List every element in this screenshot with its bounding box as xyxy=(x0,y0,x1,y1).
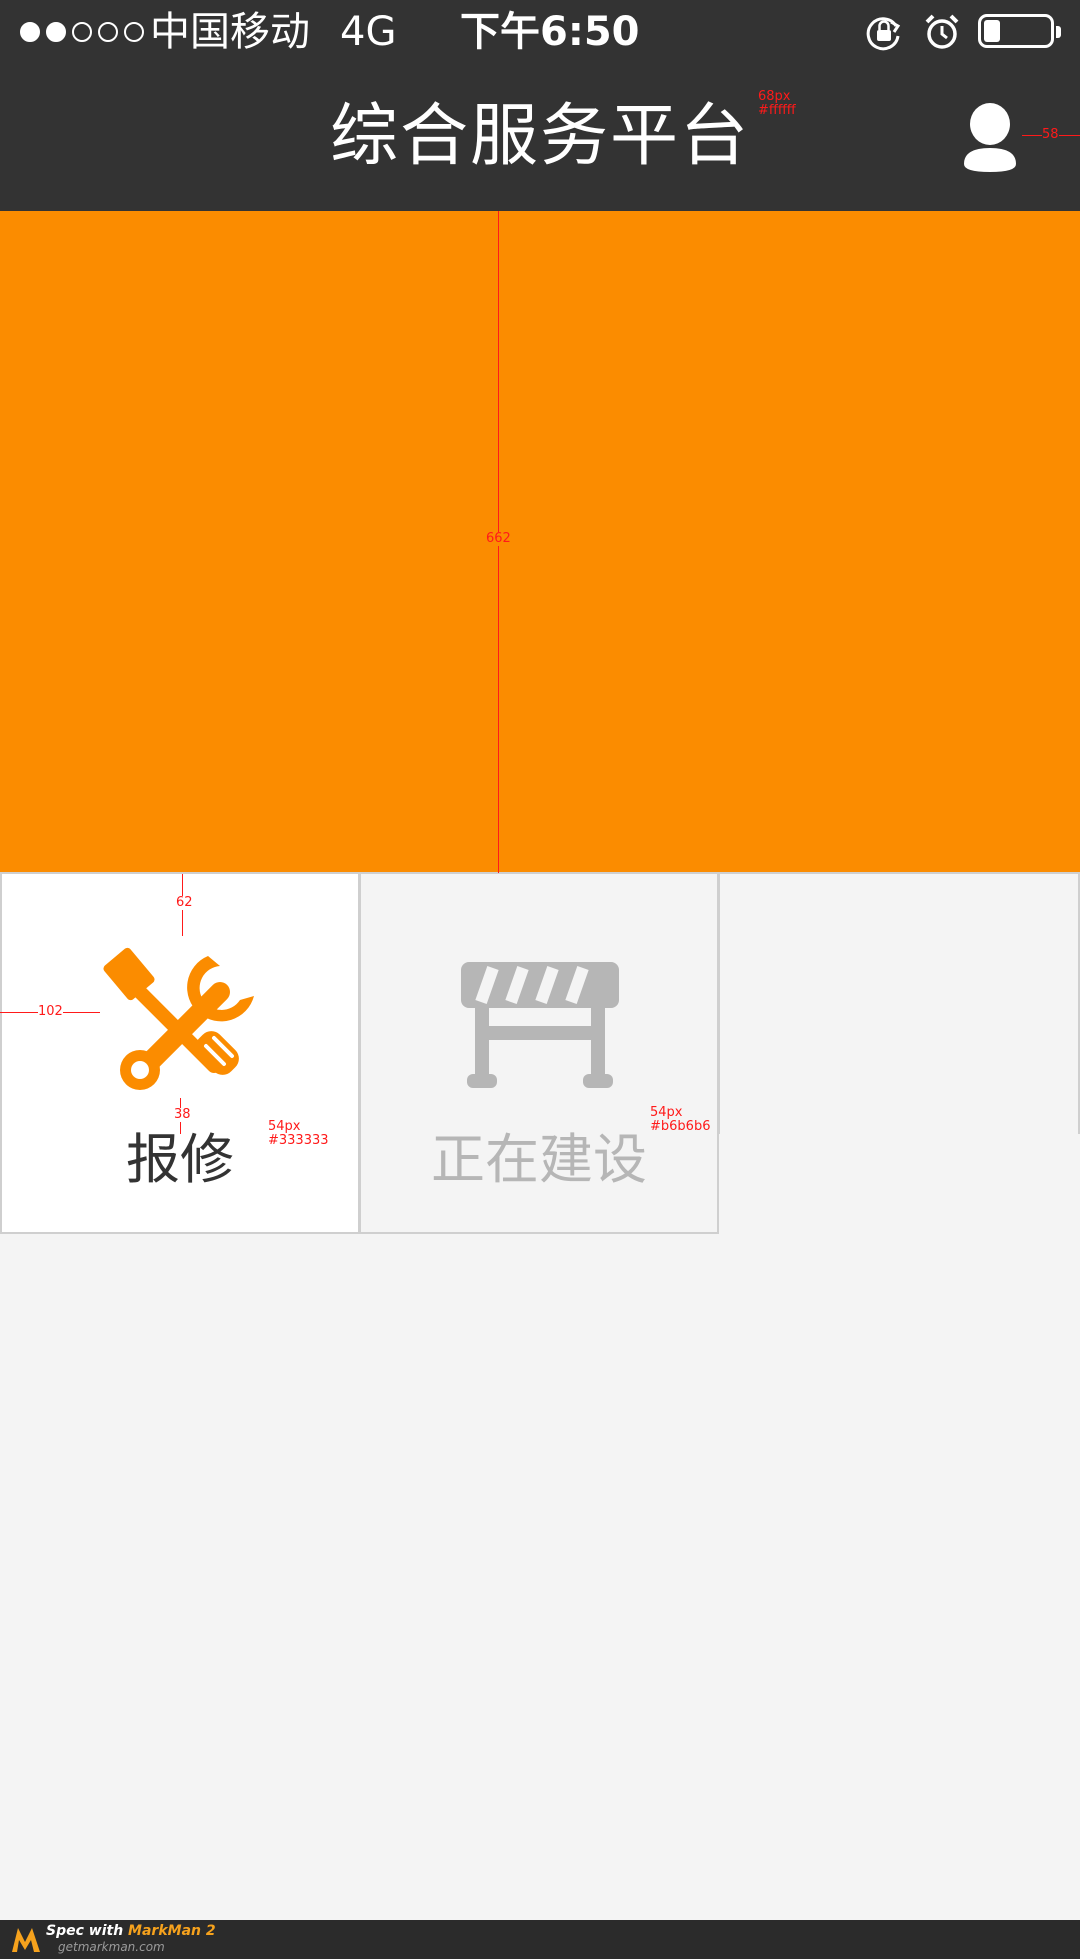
repair-label-size-annotation: 54px xyxy=(268,1119,301,1134)
road-barrier-icon xyxy=(461,962,619,1088)
construction-label-color-annotation: #b6b6b6 xyxy=(650,1119,711,1134)
banner-height-annotation: 662 xyxy=(486,531,511,546)
tile-left-gap-annotation: 102 xyxy=(38,1004,63,1019)
wrench-screwdriver-icon xyxy=(103,947,254,1090)
status-bar: 中国移动 4G 下午6:50 xyxy=(0,0,1080,64)
carrier-label: 中国移动 xyxy=(150,9,310,55)
footer-brand: Spec with MarkMan 2 xyxy=(46,1923,216,1939)
top-bar: 中国移动 4G 下午6:50 综合服务平台 xyxy=(0,0,1080,211)
under-construction-tile[interactable]: 正在建设 xyxy=(359,872,719,1234)
title-color-annotation: #ffffff xyxy=(758,103,796,118)
construction-label-size-annotation: 54px xyxy=(650,1105,683,1120)
footer-site: getmarkman.com xyxy=(58,1940,165,1954)
markman-logo-icon xyxy=(12,1928,40,1952)
markman-footer: Spec with MarkMan 2 getmarkman.com xyxy=(0,1920,1080,1959)
banner[interactable] xyxy=(0,211,1080,873)
icon-label-gap-annotation: 38 xyxy=(174,1107,191,1122)
battery-icon xyxy=(978,14,1061,48)
rotation-lock-icon xyxy=(866,17,901,51)
page-title: 综合服务平台 xyxy=(329,97,750,176)
tile-top-gap-annotation: 62 xyxy=(176,895,193,910)
empty-tile xyxy=(718,872,1080,1134)
alarm-icon xyxy=(925,14,959,49)
user-icon[interactable] xyxy=(962,102,1018,172)
repair-tile[interactable]: 报修 xyxy=(0,872,360,1234)
repair-label-color-annotation: #333333 xyxy=(268,1133,329,1148)
user-margin-annotation: 58 xyxy=(1042,127,1059,142)
title-size-annotation: 68px xyxy=(758,89,791,104)
under-construction-label: 正在建设 xyxy=(431,1128,647,1191)
network-type: 4G xyxy=(340,9,397,55)
status-time: 下午6:50 xyxy=(460,9,640,55)
signal-strength-icon xyxy=(20,18,144,46)
